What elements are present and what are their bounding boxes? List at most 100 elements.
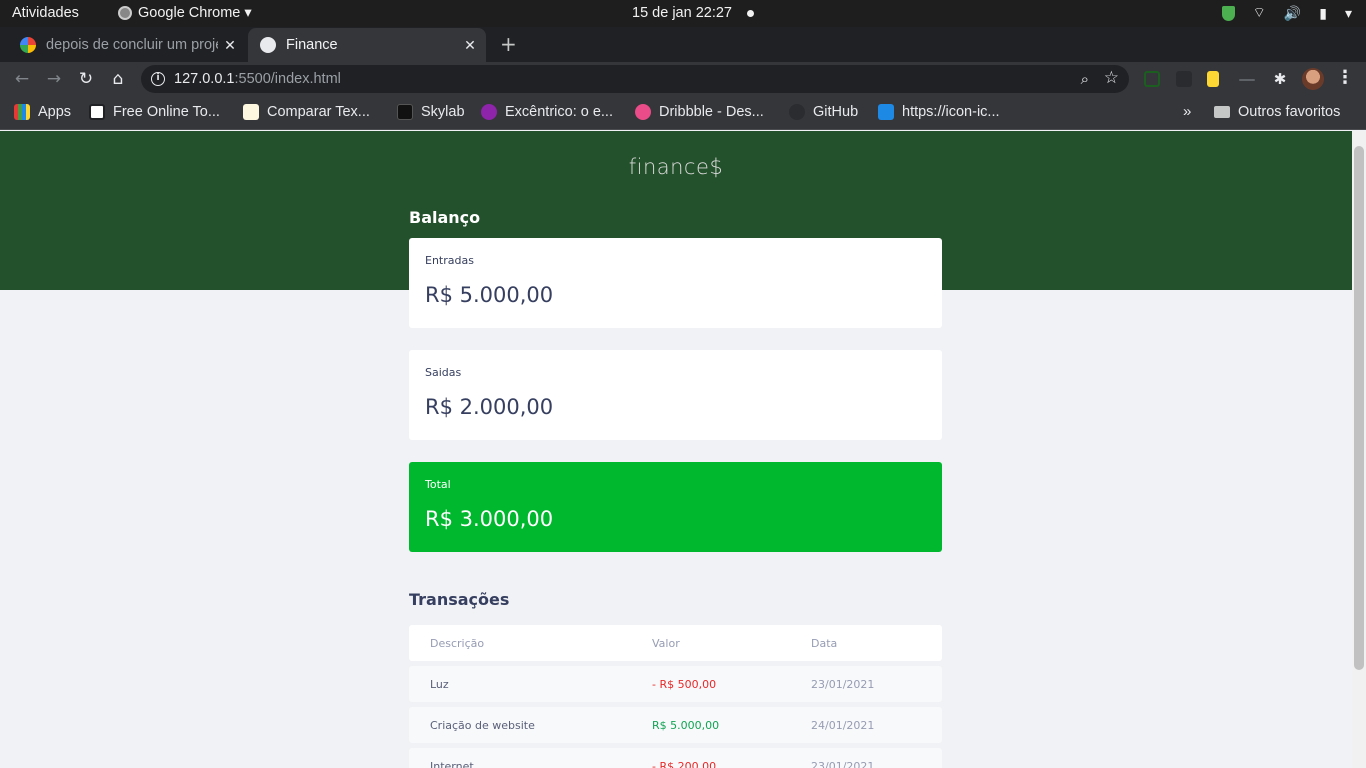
app-menu-label: Google Chrome ▾ xyxy=(138,5,252,21)
row-date: 23/01/2021 xyxy=(811,760,875,768)
google-icon xyxy=(20,37,36,53)
cb-icon xyxy=(89,104,105,120)
tab-title: Finance xyxy=(286,37,338,53)
folder-icon xyxy=(1214,106,1230,118)
row-amount: - R$ 200,00 xyxy=(652,760,717,768)
extension-icon[interactable] xyxy=(1176,71,1192,87)
app-menu[interactable]: Google Chrome ▾ xyxy=(118,5,252,21)
header-description: Descrição xyxy=(430,637,485,650)
card-label: Saidas xyxy=(425,366,462,379)
bookmark-apps[interactable]: Apps xyxy=(14,104,71,120)
back-icon[interactable]: ← xyxy=(10,67,34,91)
skylab-icon xyxy=(397,104,413,120)
url-host: 127.0.0.1 xyxy=(174,71,235,87)
income-card: Entradas R$ 5.000,00 xyxy=(409,238,942,328)
bookmarks-bar: Apps Free Online To... Comparar Tex... S… xyxy=(0,96,1366,130)
bookmark-label: Apps xyxy=(38,104,72,120)
globe-icon xyxy=(260,37,276,53)
folder-label: Outros favoritos xyxy=(1238,104,1341,120)
row-date: 24/01/2021 xyxy=(811,719,875,732)
expense-card: Saidas R$ 2.000,00 xyxy=(409,350,942,440)
page-scrollbar[interactable] xyxy=(1352,131,1366,768)
bookmarks-overflow-button[interactable]: » xyxy=(1183,103,1191,120)
forward-icon[interactable]: → xyxy=(42,67,66,91)
row-description: Criação de website xyxy=(430,719,535,732)
reload-icon[interactable]: ↻ xyxy=(74,67,98,91)
info-icon[interactable]: i xyxy=(151,72,165,86)
extension-icon[interactable] xyxy=(1207,71,1219,87)
close-icon[interactable]: ✕ xyxy=(458,37,482,54)
table-row[interactable]: Internet - R$ 200,00 23/01/2021 xyxy=(409,748,942,768)
chevron-down-icon[interactable]: ▾ xyxy=(1345,5,1352,22)
other-bookmarks-folder[interactable]: Outros favoritos xyxy=(1214,104,1340,120)
clock[interactable]: 15 de jan 22:27 xyxy=(632,5,732,21)
header-date: Data xyxy=(811,637,838,650)
zoom-icon[interactable]: ⌕ xyxy=(1081,70,1089,88)
card-amount: R$ 5.000,00 xyxy=(425,283,554,307)
bookmark-item[interactable]: https://icon-ic... xyxy=(878,104,1000,120)
menu-icon[interactable]: ⋮ xyxy=(1336,67,1354,88)
puzzle-icon[interactable]: ✱ xyxy=(1268,67,1292,91)
row-amount: R$ 5.000,00 xyxy=(652,719,720,732)
url-text[interactable]: 127.0.0.1:5500/index.html xyxy=(174,71,341,87)
icons-icon xyxy=(878,104,894,120)
shield-icon[interactable] xyxy=(1221,5,1235,21)
bookmark-item[interactable]: Excêntrico: o e... xyxy=(481,104,613,120)
extension-icon[interactable] xyxy=(1239,79,1255,81)
github-icon xyxy=(789,104,805,120)
row-description: Luz xyxy=(430,678,449,691)
bookmark-label: Skylab xyxy=(421,104,465,120)
avatar[interactable] xyxy=(1302,68,1324,90)
excentrico-icon xyxy=(481,104,497,120)
bookmark-item[interactable]: Free Online To... xyxy=(89,104,220,120)
scrollbar-thumb[interactable] xyxy=(1354,146,1364,670)
bookmark-label: GitHub xyxy=(813,104,859,120)
address-bar[interactable]: i 127.0.0.1:5500/index.html ⌕ ☆ xyxy=(141,65,1129,93)
activities-button[interactable]: Atividades xyxy=(12,5,79,21)
row-amount: - R$ 500,00 xyxy=(652,678,717,691)
bookmark-label: Excêntrico: o e... xyxy=(505,104,613,120)
bookmark-label: Comparar Tex... xyxy=(267,104,370,120)
bookmark-item[interactable]: Dribbble - Des... xyxy=(635,104,764,120)
network-icon[interactable]: ⌔ xyxy=(1253,4,1266,22)
table-row[interactable]: Luz - R$ 500,00 23/01/2021 xyxy=(409,666,942,702)
tab-title: depois de concluir um projeto xyxy=(46,37,218,53)
volume-icon[interactable]: 🔊 xyxy=(1284,5,1301,22)
page-viewport: finance$ Balanço Entradas R$ 5.000,00 Sa… xyxy=(0,131,1352,768)
bookmark-item[interactable]: Comparar Tex... xyxy=(243,104,370,120)
url-path: :5500/index.html xyxy=(234,71,341,87)
notification-dot-icon xyxy=(747,10,754,17)
row-description: Internet xyxy=(430,760,474,768)
tab-search[interactable]: depois de concluir um projeto ✕ xyxy=(8,28,246,62)
logo: finance$ xyxy=(628,155,724,179)
bookmark-label: Dribbble - Des... xyxy=(659,104,764,120)
tab-strip: depois de concluir um projeto ✕ Finance … xyxy=(0,27,1366,62)
table-header: Descrição Valor Data xyxy=(409,625,942,661)
card-amount: R$ 3.000,00 xyxy=(425,507,554,531)
total-card: Total R$ 3.000,00 xyxy=(409,462,942,552)
battery-icon[interactable]: ▮ xyxy=(1319,5,1327,22)
card-amount: R$ 2.000,00 xyxy=(425,395,554,419)
tab-finance[interactable]: Finance ✕ xyxy=(248,28,486,62)
note-icon xyxy=(243,104,259,120)
row-date: 23/01/2021 xyxy=(811,678,875,691)
new-tab-button[interactable]: + xyxy=(500,32,517,56)
balance-title: Balanço xyxy=(409,208,481,227)
bookmark-item[interactable]: Skylab xyxy=(397,104,465,120)
bookmark-item[interactable]: GitHub xyxy=(789,104,858,120)
home-icon[interactable]: ⌂ xyxy=(106,67,130,91)
dribbble-icon xyxy=(635,104,651,120)
table-row[interactable]: Criação de website R$ 5.000,00 24/01/202… xyxy=(409,707,942,743)
apps-grid-icon xyxy=(14,104,30,120)
card-label: Total xyxy=(425,478,451,491)
screenshot-extension-icon[interactable] xyxy=(1144,71,1160,87)
header-value: Valor xyxy=(652,637,680,650)
card-label: Entradas xyxy=(425,254,474,267)
bookmark-label: https://icon-ic... xyxy=(902,104,1000,120)
bookmark-label: Free Online To... xyxy=(113,104,220,120)
system-tray[interactable]: ⌔ 🔊 ▮ ▾ xyxy=(1221,4,1352,22)
system-top-bar: Atividades Google Chrome ▾ 15 de jan 22:… xyxy=(0,0,1366,27)
bookmark-star-icon[interactable]: ☆ xyxy=(1104,68,1119,88)
transactions-title: Transações xyxy=(409,590,510,609)
close-icon[interactable]: ✕ xyxy=(218,37,242,54)
